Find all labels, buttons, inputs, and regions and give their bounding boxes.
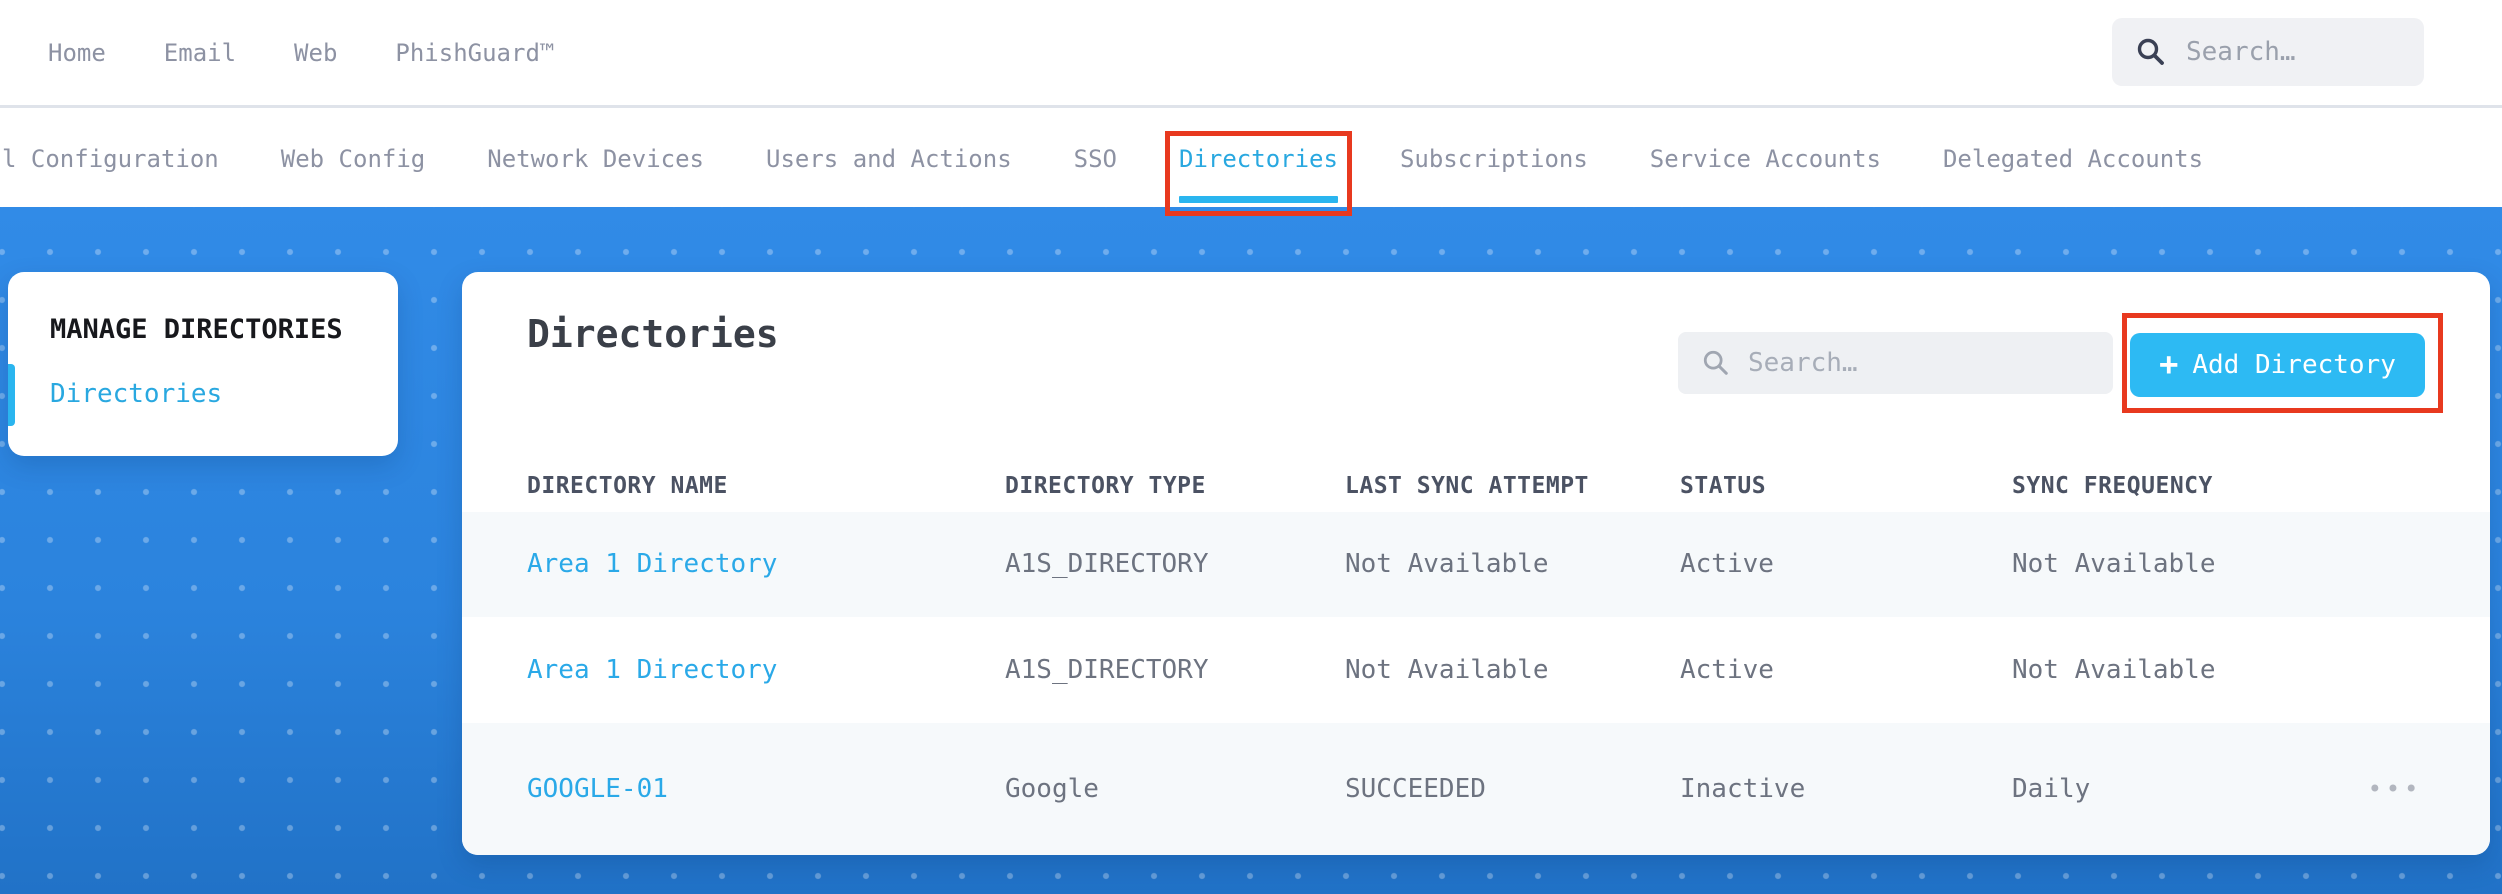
top-nav-item-email[interactable]: Email (164, 39, 236, 67)
cell-status: Active (1680, 549, 1774, 580)
top-nav-item-phishguard[interactable]: PhishGuard™ (395, 39, 554, 67)
annotation-box-directories-tab (1165, 131, 1352, 216)
cell-directory-type: A1S_DIRECTORY (1005, 654, 1209, 685)
cell-directory-type: A1S_DIRECTORY (1005, 549, 1209, 580)
directory-name-link[interactable]: GOOGLE-01 (527, 774, 1005, 804)
tab-directories[interactable]: Directories (1165, 111, 1352, 216)
tab-bar: l Configuration Web Config Network Devices… (0, 111, 2502, 216)
screen: Home Email Web PhishGuard™ l Configuration W… (0, 0, 2502, 894)
directory-name-link[interactable]: Area 1 Directory (527, 549, 1005, 579)
table-row: Area 1 Directory A1S_DIRECTORY Not Availab… (462, 617, 2490, 722)
directories-panel: Directories + Add Directory DIRECTORY NA… (462, 272, 2490, 855)
tab-label: Network Devices (487, 145, 704, 173)
top-bar: Home Email Web PhishGuard™ (0, 0, 2502, 108)
table-row: Area 1 Directory A1S_DIRECTORY Not Availab… (462, 511, 2490, 618)
cell-status: Inactive (1680, 773, 1806, 804)
sidebar-card-title: MANAGE DIRECTORIES (50, 314, 343, 345)
top-nav-item-home[interactable]: Home (48, 39, 106, 67)
top-nav: Home Email Web PhishGuard™ (0, 39, 554, 67)
tab-label: Web Config (280, 145, 426, 173)
column-header-status: STATUS (1680, 472, 1767, 499)
cell-last-sync-attempt: Not Available (1345, 549, 1549, 580)
global-search-box[interactable] (2112, 18, 2424, 86)
table-search-box[interactable] (1678, 332, 2113, 394)
add-directory-button-label: Add Directory (2192, 350, 2396, 380)
cell-actions: ••• (2366, 771, 2424, 807)
table-search-input[interactable] (1746, 347, 2089, 379)
directories-table: DIRECTORY NAME DIRECTORY TYPE LAST SYNC AT… (462, 460, 2490, 855)
sidebar-item-directories[interactable]: Directories (50, 379, 398, 409)
column-header-directory-name: DIRECTORY NAME (527, 472, 728, 499)
column-header-last-sync-attempt: LAST SYNC ATTEMPT (1345, 472, 1589, 499)
cell-last-sync-attempt: SUCCEEDED (1345, 773, 1486, 804)
plus-icon: + (2159, 344, 2179, 383)
tab-label: Directories (1179, 145, 1338, 173)
cell-last-sync-attempt: Not Available (1345, 654, 1549, 685)
tab-subscriptions[interactable]: Subscriptions (1400, 111, 1588, 207)
cell-status: Active (1680, 654, 1774, 685)
column-header-sync-frequency: SYNC FREQUENCY (2012, 472, 2213, 499)
tab-label: l Configuration (2, 145, 219, 173)
tab-label: Subscriptions (1399, 145, 1588, 173)
column-header-directory-type: DIRECTORY TYPE (1005, 472, 1206, 499)
row-menu-ellipsis-icon[interactable]: ••• (2366, 771, 2424, 807)
active-item-indicator (8, 364, 15, 426)
tab-web-config[interactable]: Web Config (281, 111, 426, 207)
table-header-row: DIRECTORY NAME DIRECTORY TYPE LAST SYNC AT… (462, 460, 2490, 512)
top-nav-item-web[interactable]: Web (294, 39, 337, 67)
tab-label: Users and Actions (766, 145, 1012, 173)
tab-label: Delegated Accounts (1942, 145, 2204, 173)
search-icon (1703, 350, 1728, 375)
tab-service-accounts[interactable]: Service Accounts (1650, 111, 1881, 207)
table-row: GOOGLE-01 Google SUCCEEDED Inactive Daily ••• (462, 722, 2490, 855)
tab-label: Service Accounts (1649, 145, 1881, 173)
manage-directories-card: MANAGE DIRECTORIES Directories (8, 272, 398, 456)
tab-network-devices[interactable]: Network Devices (487, 111, 704, 207)
cell-sync-frequency: Not Available (2012, 549, 2216, 580)
tab-users-and-actions[interactable]: Users and Actions (766, 111, 1012, 207)
global-search-input[interactable] (2184, 36, 2400, 68)
cell-sync-frequency: Daily (2012, 773, 2091, 804)
tab-label: SSO (1073, 145, 1117, 173)
tab-delegated-accounts[interactable]: Delegated Accounts (1943, 111, 2203, 207)
add-directory-button[interactable]: + Add Directory (2130, 333, 2425, 397)
directory-name-link[interactable]: Area 1 Directory (527, 655, 1005, 685)
search-icon (2137, 38, 2164, 65)
cell-directory-type: Google (1005, 773, 1099, 804)
tab-l-configuration[interactable]: l Configuration (2, 111, 219, 207)
page-title: Directories (527, 312, 779, 356)
cell-sync-frequency: Not Available (2012, 654, 2216, 685)
tab-sso[interactable]: SSO (1074, 111, 1117, 207)
